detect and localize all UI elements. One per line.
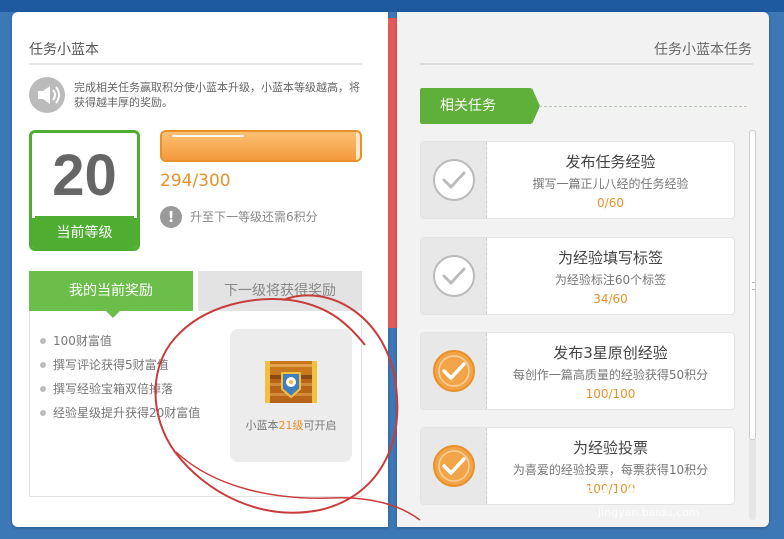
check-circle-icon (433, 255, 475, 297)
list-item: 经验星级提升获得20财富值 (38, 401, 213, 425)
left-page: 任务小蓝本 完成相关任务赢取积分使小蓝本升级，小蓝本等级越高，将获得越丰厚的奖励… (12, 12, 388, 527)
treasure-chest-icon (265, 361, 317, 403)
top-strip (0, 0, 784, 12)
progress-shine (172, 135, 244, 137)
task-title: 为经验投票 (572, 439, 648, 457)
task-status-cell (421, 142, 487, 218)
level-number: 20 (52, 143, 117, 208)
chest-caption: 小蓝本21级可开启 (245, 419, 337, 432)
right-page-title: 任务小蓝本任务 (654, 42, 752, 58)
task-card[interactable]: 发布3星原创经验 每创作一篇高质量的经验获得50积分 100/100 (420, 332, 735, 410)
list-item: 撰写经验宝箱双倍掉落 (38, 377, 213, 401)
reward-panel: 100财富值 撰写评论获得5财富值 撰写经验宝箱双倍掉落 经验星级提升获得20财… (29, 311, 362, 497)
list-item: 100财富值 (38, 329, 213, 353)
task-title: 发布任务经验 (565, 153, 656, 171)
book-spine (388, 18, 397, 328)
ribbon-divider (539, 106, 747, 107)
task-title: 发布3星原创经验 (553, 344, 668, 362)
level-description: 完成相关任务赢取积分使小蓝本升级，小蓝本等级越高，将获得越丰厚的奖励。 (74, 81, 360, 109)
title-divider (420, 63, 753, 65)
treasure-chest-card[interactable]: 小蓝本21级可开启 (230, 329, 352, 462)
check-circle-icon (433, 159, 475, 201)
task-description: 为喜爱的经验投票，每票获得10积分 (512, 463, 709, 477)
left-page-title: 任务小蓝本 (29, 42, 99, 58)
check-circle-icon (433, 350, 475, 392)
title-divider (29, 63, 362, 65)
task-card[interactable]: 发布任务经验 撰写一篇正儿八经的任务经验 0/60 (420, 141, 735, 219)
list-item: 撰写评论获得5财富值 (38, 353, 213, 377)
reward-list: 100财富值 撰写评论获得5财富值 撰写经验宝箱双倍掉落 经验星级提升获得20财… (38, 329, 213, 425)
task-description: 撰写一篇正儿八经的任务经验 (532, 177, 689, 191)
task-progress: 100/100 (585, 387, 636, 401)
task-title: 为经验填写标签 (557, 249, 663, 267)
task-description: 每创作一篇高质量的经验获得50积分 (512, 368, 709, 382)
check-circle-icon (433, 445, 475, 487)
watermark-url: jingyan.baidu.com (598, 506, 700, 519)
task-status-cell (421, 333, 487, 409)
task-description: 为经验标注60个标签 (554, 273, 667, 287)
right-page: 任务小蓝本任务 相关任务 发布任务经验 撰写一篇正儿八经的任务经验 0/60 为… (397, 12, 769, 527)
related-tasks-ribbon: 相关任务 (420, 88, 540, 124)
tab-next-rewards[interactable]: 下一级将获得奖励 (198, 271, 362, 311)
task-status-cell (421, 238, 487, 314)
level-progress-bar (160, 130, 362, 162)
progress-text: 294/300 (160, 171, 231, 191)
task-progress: 0/60 (597, 196, 624, 210)
task-status-cell (421, 428, 487, 504)
next-level-hint: 升至下一等级还需6积分 (190, 210, 318, 224)
speaker-icon[interactable] (29, 77, 65, 113)
task-progress: 34/60 (593, 292, 628, 306)
current-level-box: 20 当前等级 (29, 130, 140, 251)
scrollbar-grip (752, 282, 755, 290)
level-label: 当前等级 (32, 218, 137, 248)
task-card[interactable]: 为经验填写标签 为经验标注60个标签 34/60 (420, 237, 735, 315)
watermark-logo: Bai du 经验 (560, 484, 667, 506)
info-icon: ! (160, 206, 182, 228)
tab-current-rewards[interactable]: 我的当前奖励 (29, 271, 193, 311)
